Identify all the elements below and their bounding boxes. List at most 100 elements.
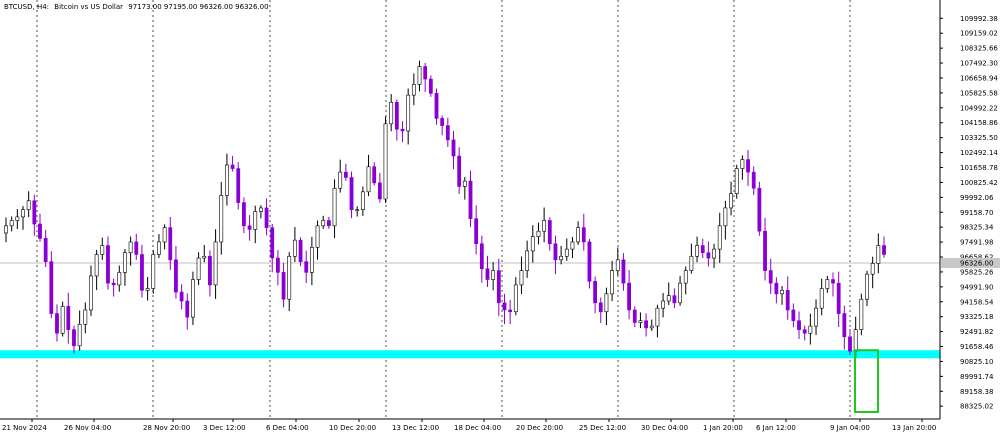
candle <box>462 176 467 200</box>
candle <box>768 258 773 295</box>
price-axis-label: 93325.18 <box>960 313 993 321</box>
candle <box>38 213 42 242</box>
time-axis-label: 3 Dec 12:00 <box>203 424 246 432</box>
candle <box>802 325 807 341</box>
candle <box>729 181 733 216</box>
candle-body-bearish <box>377 182 382 200</box>
candle-body-bearish <box>882 245 886 255</box>
candle <box>332 179 337 239</box>
candle <box>836 271 841 327</box>
time-axis-label: 18 Dec 04:00 <box>454 424 501 432</box>
candle <box>457 147 462 195</box>
candle-body-bullish <box>417 66 422 85</box>
price-axis-label: 101658.78 <box>960 164 998 172</box>
candle-body-bearish <box>848 336 852 352</box>
candle <box>423 62 428 92</box>
candle <box>576 221 581 245</box>
candle <box>15 209 20 230</box>
candle <box>213 229 218 299</box>
price-axis-label: 94158.54 <box>960 298 994 306</box>
candle <box>649 319 654 331</box>
candle <box>530 225 535 263</box>
candle <box>21 206 25 230</box>
candle <box>242 197 246 234</box>
candle <box>445 117 450 147</box>
price-axis-label: 104992.22 <box>960 104 998 112</box>
candle-body-bullish <box>859 298 864 330</box>
candle <box>77 310 82 351</box>
candle <box>275 250 280 286</box>
candle <box>519 256 524 295</box>
chart-window[interactable]: 109992.38 109159.02 108325.66 107492.30 1066… <box>0 0 1000 433</box>
candle <box>372 162 377 186</box>
candle-body-bullish <box>287 255 292 300</box>
candle <box>581 213 586 251</box>
candle <box>32 194 37 236</box>
candle-body-bearish <box>751 171 756 189</box>
candle-body-bullish <box>196 257 201 280</box>
candle <box>179 284 184 310</box>
candle-body-bullish <box>649 325 654 329</box>
time-axis-label: 25 Dec 12:00 <box>579 424 626 432</box>
time-axis-label: 28 Nov 20:00 <box>143 424 190 432</box>
candle <box>140 244 144 298</box>
candle <box>196 252 201 285</box>
price-axis-label: 88325.02 <box>960 403 993 411</box>
candle-body-bullish <box>689 255 694 271</box>
time-axis-label: 6 Dec 04:00 <box>266 424 309 432</box>
candle <box>819 278 824 316</box>
candle <box>72 325 76 354</box>
current-price-label: 96326.00 <box>960 259 993 267</box>
candle-body-bearish <box>593 281 598 304</box>
candle <box>797 311 801 339</box>
candle <box>785 276 790 320</box>
candle-body-bearish <box>298 239 303 262</box>
candle <box>264 198 269 236</box>
candle-body-bullish <box>157 241 161 255</box>
candle-body-bearish <box>270 227 275 259</box>
candle-body-bearish <box>445 125 450 141</box>
candle-body-bearish <box>785 289 790 311</box>
candle-body-bullish <box>570 241 575 250</box>
candle <box>621 253 626 291</box>
candle-body-bearish <box>802 329 807 334</box>
candle-body-bearish <box>38 223 42 239</box>
candle <box>208 250 212 297</box>
price-axis-label: 99158.70 <box>960 209 993 217</box>
candle-body-bearish <box>508 309 513 313</box>
candle <box>553 235 558 275</box>
candle-body-bullish <box>123 252 127 273</box>
candle-body-bullish <box>576 227 581 243</box>
candle <box>151 250 156 294</box>
candle <box>106 236 110 290</box>
time-axis-label: 1 Jan 20:00 <box>703 424 743 432</box>
candle <box>451 130 456 170</box>
candle <box>355 206 360 217</box>
candle-body-bullish <box>853 329 858 352</box>
candle-body-bearish <box>247 225 252 230</box>
candle <box>672 288 677 309</box>
candle <box>564 238 569 261</box>
price-axis-label: 102492.14 <box>960 149 998 157</box>
candle-body-bearish <box>32 200 37 225</box>
candle-body-bullish <box>259 207 263 212</box>
candle-body-bullish <box>564 248 569 257</box>
candle-body-bearish <box>632 309 637 323</box>
candle-body-bullish <box>536 230 541 237</box>
candle <box>434 88 439 125</box>
candle <box>281 262 286 308</box>
candle-body-bullish <box>213 241 218 286</box>
candle <box>593 276 598 314</box>
price-axis-label: 89991.74 <box>960 373 994 381</box>
candle-body-bullish <box>191 279 195 318</box>
candle-body-bullish <box>253 211 258 230</box>
candle-body-bullish <box>740 159 745 169</box>
candle-body-bullish <box>678 282 682 304</box>
candle-body-bullish <box>83 309 88 325</box>
candle <box>689 243 694 274</box>
candle <box>831 272 835 297</box>
candle-body-bullish <box>383 123 388 200</box>
candle-body-bullish <box>162 227 167 243</box>
candle-body-bearish <box>457 155 462 187</box>
candlestick-chart[interactable]: 109992.38 109159.02 108325.66 107492.30 1066… <box>0 0 1000 433</box>
